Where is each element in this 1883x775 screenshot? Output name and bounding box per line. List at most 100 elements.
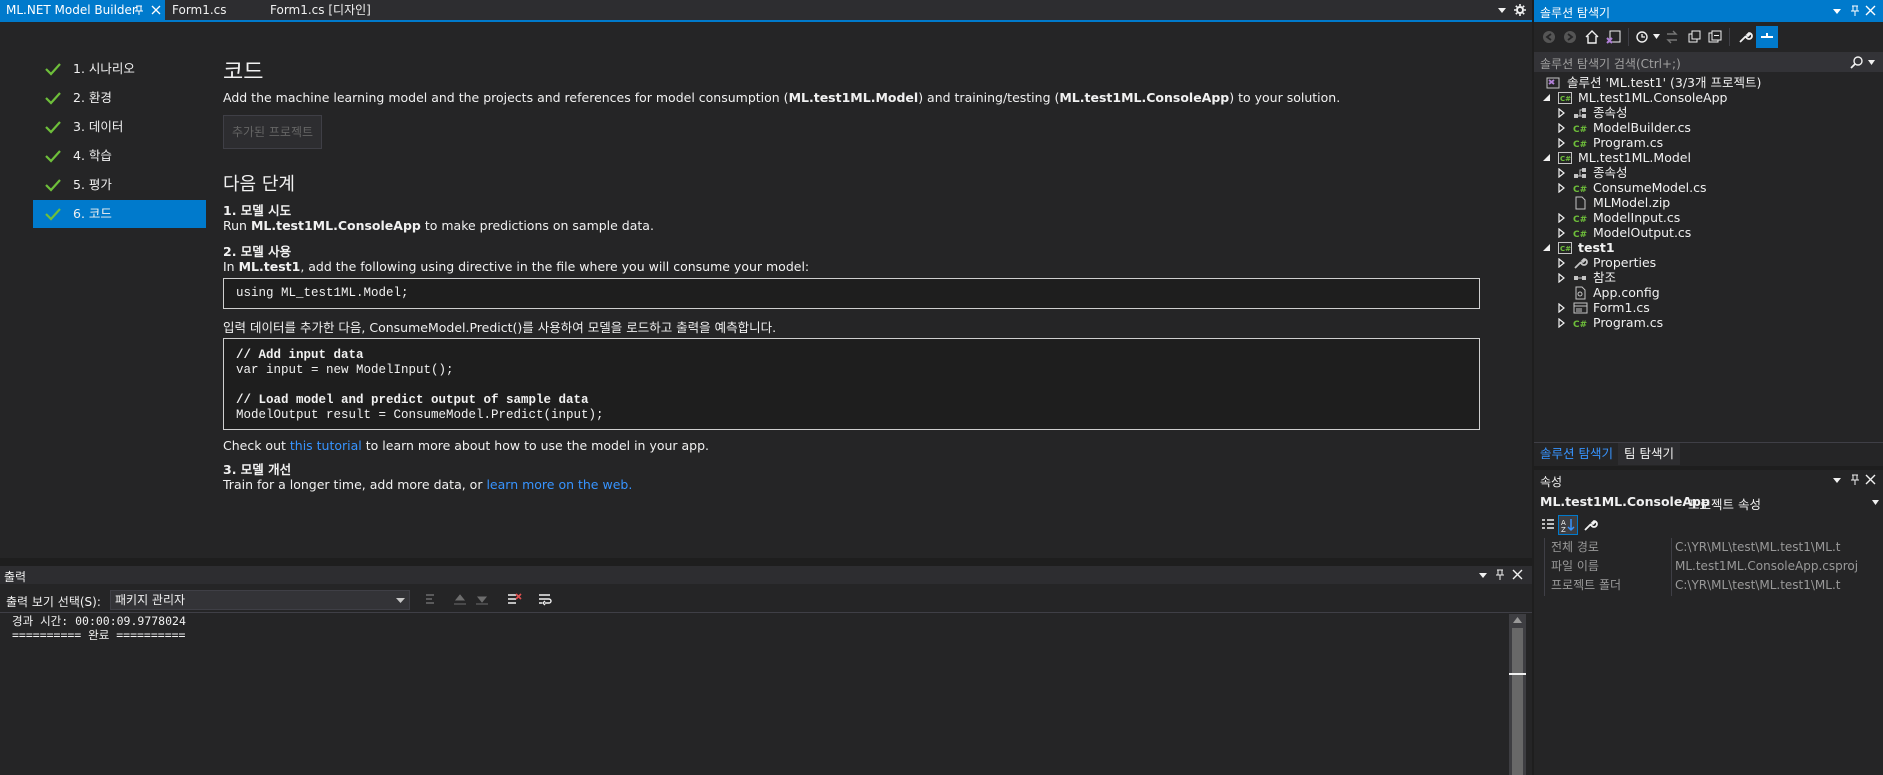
- next-message-icon[interactable]: [474, 592, 490, 608]
- scroll-up-icon[interactable]: [1513, 617, 1522, 624]
- expand-arrow-icon[interactable]: [1557, 303, 1566, 313]
- toolbar-separator: [1729, 28, 1730, 46]
- expanded-arrow-icon[interactable]: [1542, 93, 1551, 103]
- tutorial-link[interactable]: this tutorial: [290, 438, 362, 453]
- close-icon[interactable]: [1865, 5, 1876, 16]
- dropdown-icon[interactable]: [1478, 570, 1488, 580]
- back-icon[interactable]: [1542, 30, 1556, 44]
- tab-label: Form1.cs: [172, 3, 227, 17]
- checkmark-icon: [45, 62, 61, 76]
- object-name: ML.test1ML.ConsoleApp: [1540, 494, 1710, 509]
- expand-arrow-icon[interactable]: [1557, 258, 1566, 268]
- properties-wrench-icon[interactable]: [1737, 29, 1753, 45]
- home-icon[interactable]: [1584, 29, 1600, 45]
- learn-more-link[interactable]: learn more on the web.: [486, 477, 632, 492]
- search-icon[interactable]: [1850, 55, 1864, 69]
- console-project-name: ML.test1ML.ConsoleApp: [1059, 90, 1230, 105]
- tab-dropdown-icon[interactable]: [1496, 4, 1508, 16]
- expand-arrow-icon[interactable]: [1557, 138, 1566, 148]
- pin-icon[interactable]: [1494, 568, 1506, 581]
- step-data[interactable]: 3. 데이터: [33, 113, 206, 141]
- object-type: 프로젝트 속성: [1688, 497, 1761, 512]
- step-code[interactable]: 6. 코드: [33, 200, 206, 228]
- close-tab-icon[interactable]: [149, 3, 163, 17]
- code-comment: // Load model and predict output of samp…: [236, 393, 589, 407]
- tab-form1-cs[interactable]: Form1.cs: [166, 0, 266, 20]
- expand-arrow-icon[interactable]: [1557, 213, 1566, 223]
- using-code-box[interactable]: using ML_test1ML.Model;: [223, 278, 1480, 309]
- step2-part: In: [223, 259, 239, 274]
- switch-views-icon[interactable]: [1606, 29, 1622, 45]
- solution-toolbar: [1534, 24, 1883, 52]
- step1-part: Run: [223, 218, 251, 233]
- clear-all-icon[interactable]: [506, 592, 522, 608]
- references-icon: [1573, 271, 1588, 285]
- checkout-part: to learn more about how to use the model…: [361, 438, 710, 453]
- expanded-arrow-icon[interactable]: [1542, 153, 1551, 163]
- step-evaluate[interactable]: 5. 평가: [33, 171, 206, 199]
- pin-icon[interactable]: [1849, 473, 1861, 486]
- expand-arrow-icon[interactable]: [1557, 108, 1566, 118]
- preview-selected-items-icon[interactable]: [1756, 26, 1778, 48]
- close-icon[interactable]: [1512, 569, 1523, 580]
- expand-arrow-icon[interactable]: [1557, 123, 1566, 133]
- categorized-icon[interactable]: [1540, 517, 1556, 533]
- dropdown-icon[interactable]: [1832, 475, 1842, 485]
- sync-active-document-icon[interactable]: [1664, 29, 1680, 45]
- checkmark-icon: [45, 120, 61, 134]
- file-icon: [1573, 196, 1588, 210]
- tab-team-explorer[interactable]: 팀 탐색기: [1618, 443, 1680, 465]
- forward-icon[interactable]: [1563, 30, 1577, 44]
- collapse-all-icon[interactable]: [1707, 29, 1723, 45]
- close-icon[interactable]: [1865, 474, 1876, 485]
- refresh-icon[interactable]: [1686, 29, 1702, 45]
- property-name: 전체 경로: [1551, 540, 1599, 554]
- find-message-icon[interactable]: [424, 592, 440, 608]
- dropdown-icon[interactable]: [1832, 6, 1842, 16]
- pin-icon[interactable]: [132, 3, 146, 17]
- solution-icon: [1546, 76, 1561, 90]
- added-projects-button[interactable]: 추가된 프로젝트: [223, 115, 322, 149]
- scrollbar-thumb[interactable]: [1512, 628, 1523, 775]
- tree-item[interactable]: C# Program.cs: [1534, 314, 1883, 332]
- step-scenario[interactable]: 1. 시나리오: [33, 55, 206, 83]
- output-scrollbar[interactable]: [1509, 614, 1526, 775]
- chevron-down-icon[interactable]: [1868, 60, 1875, 65]
- explorer-tab-strip: 솔루션 탐색기 팀 탐색기: [1534, 442, 1883, 466]
- expanded-arrow-icon[interactable]: [1542, 243, 1551, 253]
- tab-solution-explorer[interactable]: 솔루션 탐색기: [1534, 443, 1619, 465]
- step-train[interactable]: 4. 학습: [33, 142, 206, 170]
- expand-arrow-icon[interactable]: [1557, 228, 1566, 238]
- checkmark-icon: [45, 207, 61, 221]
- tree-item-label: Program.cs: [1593, 315, 1664, 330]
- word-wrap-icon[interactable]: [537, 592, 553, 608]
- previous-message-icon[interactable]: [452, 592, 468, 608]
- property-pages-wrench-icon[interactable]: [1582, 517, 1598, 533]
- chevron-down-icon[interactable]: [1653, 34, 1660, 39]
- scroll-position-marker: [1509, 673, 1526, 675]
- tab-ml-net-model-builder[interactable]: ML.NET Model Builder: [0, 0, 165, 20]
- pin-icon[interactable]: [1849, 4, 1861, 17]
- tab-form1-designer[interactable]: Form1.cs [디자인]: [264, 0, 404, 20]
- expand-arrow-icon[interactable]: [1557, 318, 1566, 328]
- expand-arrow-icon[interactable]: [1557, 168, 1566, 178]
- property-object-selector[interactable]: ML.test1ML.ConsoleApp 프로젝트 속성: [1534, 492, 1883, 512]
- gear-icon[interactable]: [1513, 3, 1527, 17]
- property-name: 프로젝트 폴더: [1551, 578, 1622, 592]
- csharp-file-icon: C#: [1573, 316, 1588, 330]
- expand-arrow-icon[interactable]: [1557, 273, 1566, 283]
- expand-arrow-icon[interactable]: [1557, 183, 1566, 193]
- alphabetical-icon[interactable]: AZ: [1558, 515, 1578, 535]
- property-row[interactable]: 전체 경로 C:\YR\ML\test\ML.test1\ML.t: [1545, 538, 1883, 557]
- panel-title: 속성: [1540, 475, 1563, 489]
- pending-changes-filter-icon[interactable]: [1635, 29, 1651, 45]
- properties-toolbar: AZ: [1534, 514, 1883, 536]
- step-environment[interactable]: 2. 환경: [33, 84, 206, 112]
- step2-note: 입력 데이터를 추가한 다음, ConsumeModel.Predict()를 …: [223, 320, 777, 335]
- solution-explorer: 솔루션 탐색기 솔루션 탐색기 검색(Ctrl+;) 솔루션 'ML.test1…: [1534, 0, 1883, 466]
- predict-code-box[interactable]: // Add input data var input = new ModelI…: [223, 338, 1480, 430]
- solution-search-input[interactable]: 솔루션 탐색기 검색(Ctrl+;): [1534, 52, 1883, 72]
- property-row[interactable]: 파일 이름 ML.test1ML.ConsoleApp.csproj: [1545, 557, 1883, 576]
- property-row[interactable]: 프로젝트 폴더 C:\YR\ML\test\ML.test1\ML.t: [1545, 576, 1883, 595]
- output-source-dropdown[interactable]: 패키지 관리자: [110, 590, 410, 610]
